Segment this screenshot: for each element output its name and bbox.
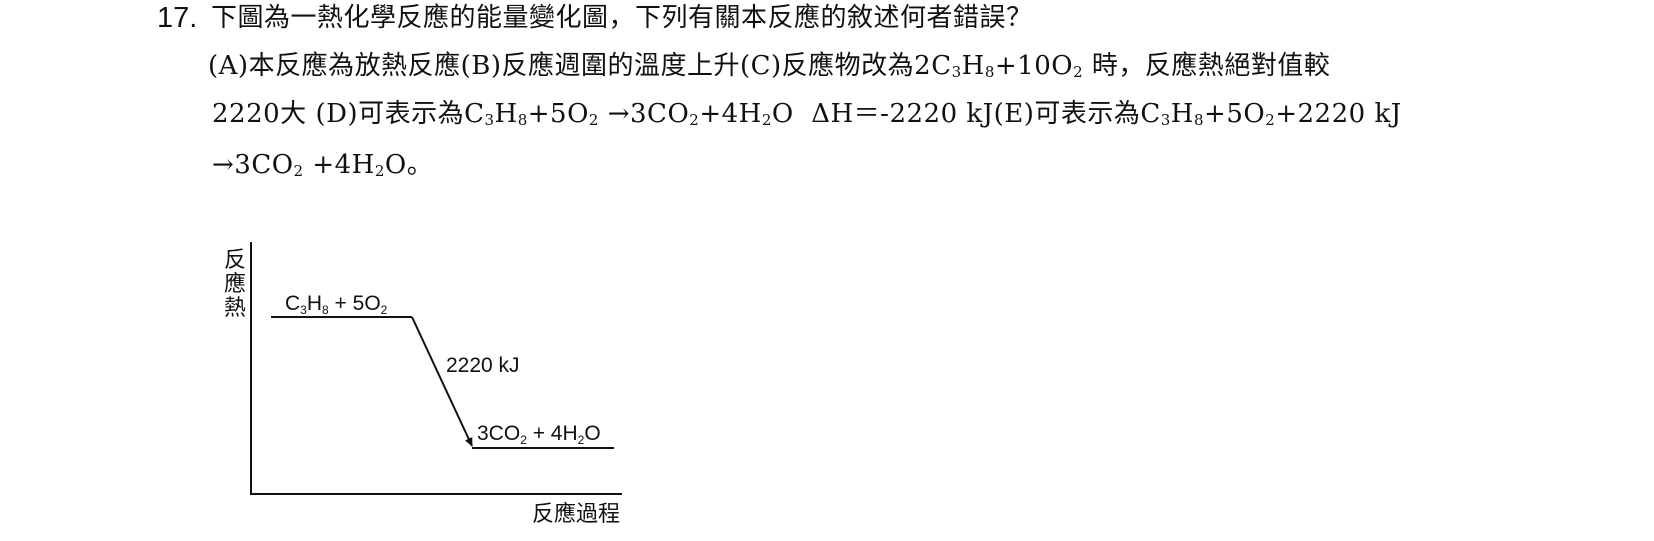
heat-label: 2220 kJ [446, 354, 520, 377]
reactant-label: C3H8 + 5O2 [285, 292, 388, 317]
y-axis-label-char-1: 反 [224, 247, 246, 272]
product-label: 3CO2 + 4H2O [477, 422, 601, 447]
energy-drop-arrow [411, 316, 473, 447]
x-axis-label: 反應過程 [532, 501, 620, 526]
y-axis-label-char-3: 熱 [224, 295, 246, 320]
energy-diagram: 反 應 熱 反應過程 C3H8 + 5O2 2220 kJ 3CO2 + 4H2… [224, 242, 622, 526]
y-axis-label-char-2: 應 [224, 271, 246, 296]
